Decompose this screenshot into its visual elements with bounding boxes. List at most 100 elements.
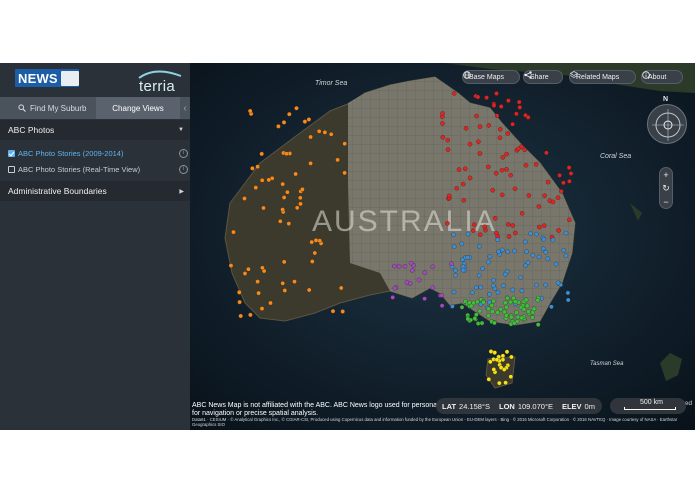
checkbox-checked[interactable] bbox=[8, 149, 15, 157]
photo-marker-wa[interactable] bbox=[255, 164, 260, 169]
photo-marker-qld[interactable] bbox=[467, 141, 473, 147]
photo-marker-vic[interactable] bbox=[479, 320, 485, 326]
photo-marker-qld[interactable] bbox=[471, 228, 476, 233]
photo-marker-wa[interactable] bbox=[231, 229, 236, 235]
photo-marker-vic[interactable] bbox=[526, 309, 531, 314]
photo-marker-sa[interactable] bbox=[408, 281, 413, 286]
photo-marker-vic[interactable] bbox=[459, 305, 465, 310]
map-canvas[interactable]: Timor Sea Coral Sea Tasman Sea AUSTRALIA bbox=[190, 63, 695, 430]
photo-marker-vic[interactable] bbox=[477, 308, 483, 314]
photo-marker-qld[interactable] bbox=[498, 127, 503, 132]
photo-marker-nsw[interactable] bbox=[451, 289, 457, 295]
photo-marker-qld[interactable] bbox=[472, 222, 477, 227]
layer-item-photo-stories-2009-2014[interactable]: ABC Photo Stories (2009-2014) i bbox=[8, 146, 188, 160]
photo-marker-qld[interactable] bbox=[510, 121, 515, 127]
photo-marker-qld[interactable] bbox=[513, 230, 518, 236]
photo-marker-vic[interactable] bbox=[468, 303, 474, 309]
photo-marker-vic[interactable] bbox=[514, 310, 519, 315]
photo-marker-qld[interactable] bbox=[555, 195, 561, 200]
photo-marker-qld[interactable] bbox=[544, 150, 549, 156]
photo-marker-vic[interactable] bbox=[472, 316, 478, 321]
photo-marker-wa[interactable] bbox=[287, 111, 292, 117]
base-maps-button[interactable]: Base Maps bbox=[462, 70, 520, 84]
photo-marker-sa[interactable] bbox=[390, 295, 395, 300]
photo-marker-wa[interactable] bbox=[259, 151, 264, 157]
photo-marker-wa[interactable] bbox=[317, 238, 322, 243]
photo-marker-wa[interactable] bbox=[293, 171, 298, 177]
photo-marker-qld[interactable] bbox=[519, 211, 525, 216]
photo-marker-qld[interactable] bbox=[504, 151, 509, 157]
photo-marker-qld[interactable] bbox=[463, 126, 469, 131]
layer-item-photo-stories-real-time[interactable]: ABC Photo Stories (Real-Time View) i bbox=[8, 162, 188, 176]
photo-marker-vic[interactable] bbox=[481, 299, 486, 305]
photo-marker-wa[interactable] bbox=[278, 219, 283, 224]
location-bar[interactable]: LAT 24.158°S LON 109.070°E ELEV 0m bbox=[436, 398, 602, 414]
photo-marker-nsw[interactable] bbox=[500, 247, 505, 253]
abc-news-logo[interactable]: NEWS bbox=[15, 69, 79, 87]
photo-marker-qld[interactable] bbox=[517, 105, 523, 110]
photo-marker-qld[interactable] bbox=[461, 198, 467, 203]
photo-marker-vic[interactable] bbox=[524, 303, 530, 309]
photo-marker-wa[interactable] bbox=[247, 108, 253, 114]
photo-marker-qld[interactable] bbox=[504, 167, 509, 172]
photo-marker-vic[interactable] bbox=[505, 295, 510, 301]
photo-marker-nsw[interactable] bbox=[495, 237, 500, 243]
photo-marker-wa[interactable] bbox=[268, 300, 273, 306]
tab-find-my-suburb[interactable]: Find My Suburb bbox=[0, 97, 96, 119]
reset-view-button[interactable]: ↻ bbox=[662, 183, 670, 194]
photo-marker-wa[interactable] bbox=[340, 309, 345, 314]
photo-marker-wa[interactable] bbox=[342, 141, 347, 146]
photo-marker-tas[interactable] bbox=[500, 353, 506, 359]
photo-marker-qld[interactable] bbox=[542, 193, 547, 198]
photo-marker-vic[interactable] bbox=[535, 297, 541, 303]
photo-marker-qld[interactable] bbox=[568, 171, 574, 176]
photo-marker-nsw[interactable] bbox=[495, 290, 501, 295]
photo-marker-vic[interactable] bbox=[519, 315, 525, 321]
photo-marker-wa[interactable] bbox=[261, 205, 266, 211]
photo-marker-qld[interactable] bbox=[498, 104, 504, 109]
photo-marker-qld[interactable] bbox=[490, 187, 495, 193]
photo-marker-qld[interactable] bbox=[566, 165, 572, 170]
photo-marker-nsw[interactable] bbox=[523, 239, 528, 245]
photo-marker-wa[interactable] bbox=[250, 166, 255, 171]
photo-marker-qld[interactable] bbox=[493, 170, 499, 176]
photo-marker-wa[interactable] bbox=[259, 178, 265, 183]
photo-marker-nsw[interactable] bbox=[491, 283, 496, 289]
photo-marker-qld[interactable] bbox=[454, 186, 459, 191]
photo-marker-nsw[interactable] bbox=[543, 249, 549, 255]
photo-marker-wa[interactable] bbox=[242, 271, 248, 276]
photo-marker-vic[interactable] bbox=[486, 306, 491, 312]
photo-marker-wa[interactable] bbox=[298, 201, 303, 207]
photo-marker-tas[interactable] bbox=[492, 350, 497, 355]
photo-marker-qld[interactable] bbox=[499, 192, 505, 198]
photo-marker-tas[interactable] bbox=[488, 349, 494, 354]
photo-marker-nsw[interactable] bbox=[536, 254, 542, 260]
photo-marker-qld[interactable] bbox=[567, 179, 572, 184]
photo-marker-nsw[interactable] bbox=[534, 231, 539, 237]
photo-marker-wa[interactable] bbox=[242, 196, 247, 201]
photo-marker-wa[interactable] bbox=[313, 238, 319, 243]
photo-marker-wa[interactable] bbox=[306, 117, 312, 122]
photo-marker-qld[interactable] bbox=[567, 217, 572, 223]
photo-marker-nsw[interactable] bbox=[453, 268, 458, 273]
photo-marker-nsw[interactable] bbox=[553, 261, 559, 267]
photo-marker-nsw[interactable] bbox=[561, 247, 566, 253]
photo-marker-qld[interactable] bbox=[497, 135, 503, 141]
photo-marker-wa[interactable] bbox=[284, 151, 289, 156]
photo-marker-vic[interactable] bbox=[509, 314, 514, 320]
photo-marker-wa[interactable] bbox=[280, 281, 285, 286]
photo-marker-sa[interactable] bbox=[392, 263, 397, 269]
photo-marker-wa[interactable] bbox=[316, 129, 322, 134]
share-button[interactable]: Share bbox=[523, 70, 563, 84]
photo-marker-tas[interactable] bbox=[501, 367, 507, 372]
photo-marker-tas[interactable] bbox=[503, 380, 508, 385]
photo-marker-nsw[interactable] bbox=[470, 290, 475, 295]
photo-marker-qld[interactable] bbox=[478, 232, 483, 237]
photo-marker-nsw[interactable] bbox=[453, 273, 458, 278]
section-administrative-boundaries[interactable]: Administrative Boundaries ▶ bbox=[0, 181, 190, 201]
photo-marker-qld[interactable] bbox=[482, 224, 488, 230]
photo-marker-nsw[interactable] bbox=[545, 256, 550, 261]
photo-marker-nsw[interactable] bbox=[465, 255, 470, 260]
photo-marker-nsw[interactable] bbox=[450, 304, 455, 309]
photo-marker-qld[interactable] bbox=[494, 91, 499, 96]
